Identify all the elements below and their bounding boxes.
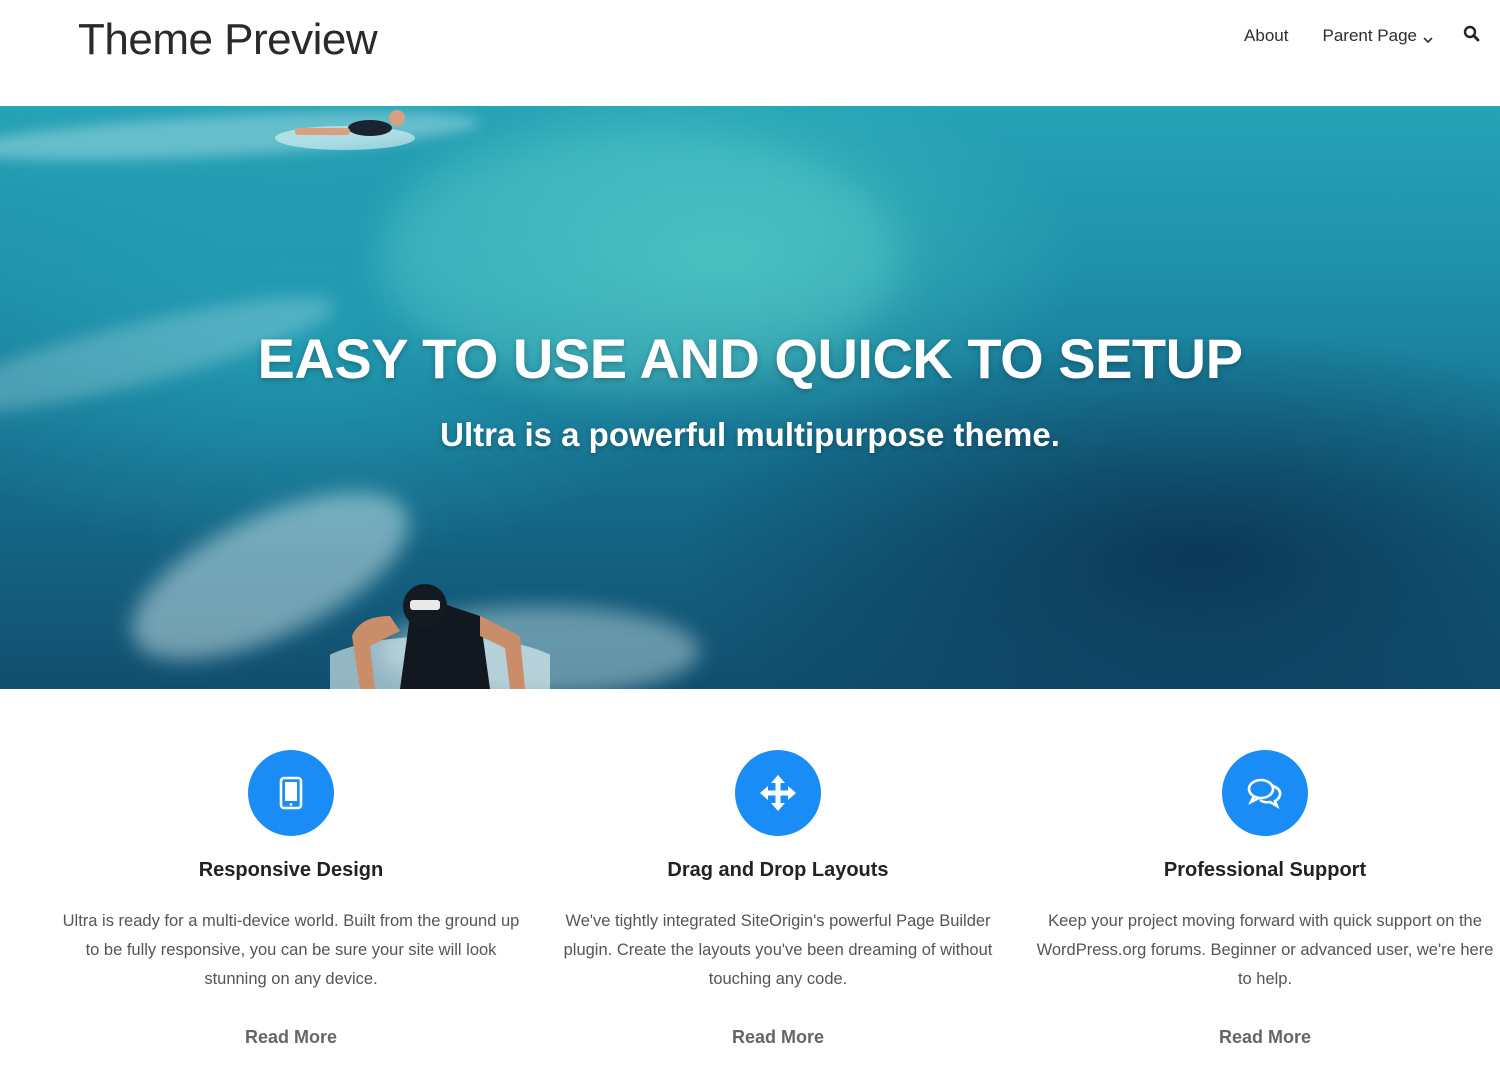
hero-subtitle: Ultra is a powerful multipurpose theme. bbox=[440, 416, 1060, 453]
feature-title: Professional Support bbox=[1163, 859, 1367, 881]
feature-description: Keep your project moving forward with qu… bbox=[1036, 912, 1494, 988]
hero-banner: EASY TO USE AND QUICK TO SETUP Ultra is … bbox=[0, 106, 1500, 689]
feature-title: Drag and Drop Layouts bbox=[667, 859, 889, 881]
read-more-link[interactable]: Read More bbox=[548, 1027, 1008, 1048]
move-arrows-icon[interactable] bbox=[735, 750, 821, 836]
feature-description: We've tightly integrated SiteOrigin's po… bbox=[563, 912, 993, 988]
hero-title: EASY TO USE AND QUICK TO SETUP bbox=[257, 327, 1243, 390]
feature-description: Ultra is ready for a multi-device world.… bbox=[62, 912, 520, 988]
tablet-icon[interactable] bbox=[248, 750, 334, 836]
nav-item-about[interactable]: About bbox=[1244, 26, 1288, 46]
nav-item-parent-page-label: Parent Page bbox=[1322, 26, 1417, 45]
nav-item-parent-page[interactable]: Parent Page bbox=[1322, 23, 1433, 49]
surfer-riding-image bbox=[330, 584, 550, 689]
features-section: Responsive Design Ultra is ready for a m… bbox=[0, 689, 1500, 1080]
chevron-down-icon bbox=[1423, 29, 1433, 49]
search-icon bbox=[1463, 25, 1480, 47]
read-more-link[interactable]: Read More bbox=[61, 1027, 521, 1048]
chat-bubbles-icon[interactable] bbox=[1222, 750, 1308, 836]
read-more-link[interactable]: Read More bbox=[1035, 1027, 1495, 1048]
feature-title: Responsive Design bbox=[198, 859, 384, 881]
surfer-swimming-image bbox=[275, 110, 415, 150]
site-title[interactable]: Theme Preview bbox=[78, 14, 378, 66]
site-header: Theme Preview About Parent Page bbox=[0, 0, 1500, 106]
nav-item-about-label: About bbox=[1244, 26, 1289, 45]
main-nav: About Parent Page bbox=[1210, 22, 1480, 50]
search-button[interactable] bbox=[1463, 25, 1480, 47]
